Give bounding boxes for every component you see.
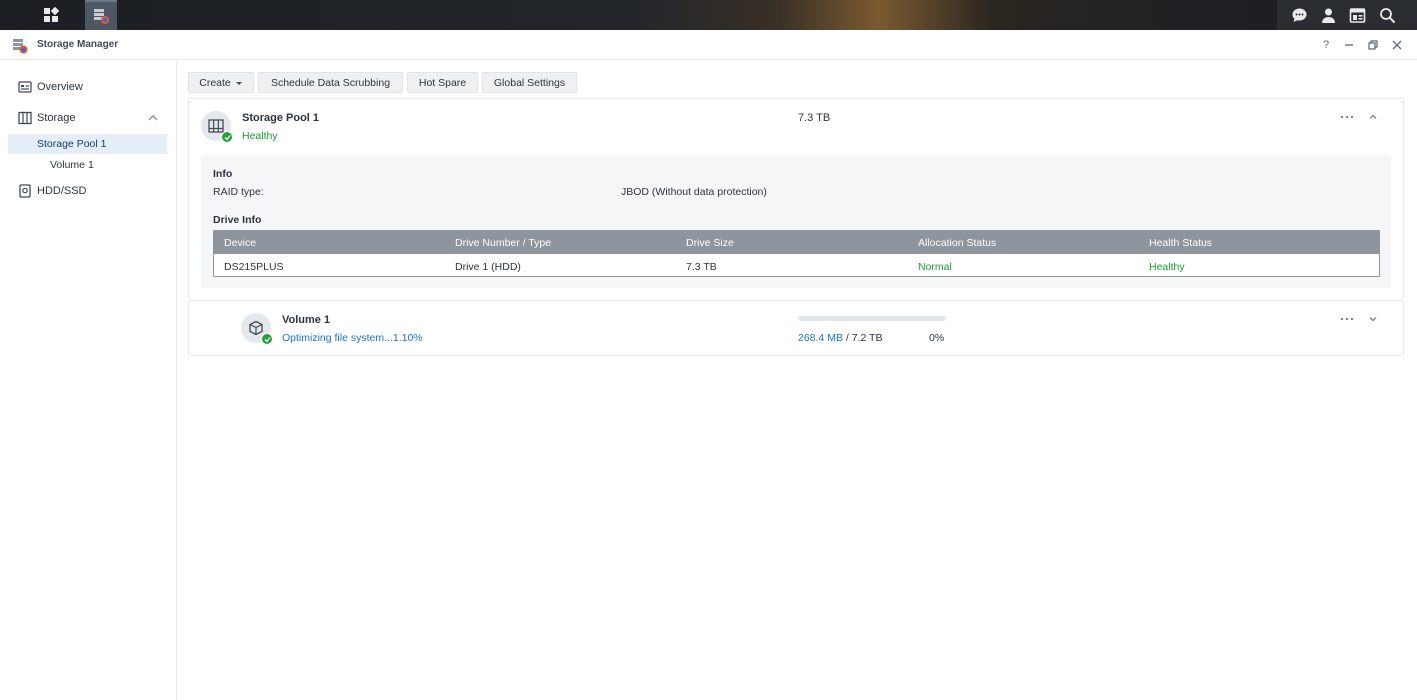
column-header[interactable]: Drive Number / Type xyxy=(455,237,551,249)
restore-icon xyxy=(1368,40,1378,50)
pool-name: Storage Pool 1 xyxy=(242,112,320,124)
hot-spare-button[interactable]: Hot Spare xyxy=(407,72,478,93)
pool-collapse-button[interactable] xyxy=(1366,110,1380,124)
widgets-icon xyxy=(1349,7,1365,23)
sidebar-item-volume-1[interactable]: Volume 1 xyxy=(8,155,167,175)
volume-usage-bar xyxy=(798,316,946,321)
more-icon xyxy=(1340,317,1354,321)
table-cell-health: Healthy xyxy=(1149,261,1185,273)
volume-more-button[interactable] xyxy=(1340,312,1354,326)
hdd-icon xyxy=(19,184,31,198)
main-menu-button[interactable] xyxy=(36,0,66,30)
notifications-button[interactable] xyxy=(1284,0,1314,30)
chevron-up-icon[interactable] xyxy=(147,112,159,124)
pool-more-button[interactable] xyxy=(1340,110,1354,124)
user-icon xyxy=(1321,8,1335,23)
storage-manager-icon xyxy=(13,39,28,54)
taskbar xyxy=(0,0,1417,30)
help-button[interactable]: ? xyxy=(1318,37,1334,53)
volume-icon xyxy=(249,320,263,336)
sidebar-item-overview[interactable]: Overview xyxy=(0,76,177,98)
table-cell-allocation: Normal xyxy=(918,261,952,273)
volume-total: 7.2 TB xyxy=(851,332,883,344)
user-button[interactable] xyxy=(1313,0,1343,30)
sidebar-item-label: Overview xyxy=(37,81,83,93)
pool-icon xyxy=(208,119,224,133)
window-titlebar: Storage Manager ? xyxy=(0,30,1417,60)
table-header: Device Drive Number / Type Drive Size Al… xyxy=(214,231,1379,254)
check-icon xyxy=(221,131,233,143)
pool-status-icon xyxy=(201,111,233,143)
volume-usage-percent: 0% xyxy=(929,332,945,344)
storage-manager-icon xyxy=(94,9,109,24)
main-menu-icon xyxy=(44,7,59,22)
overview-icon xyxy=(18,81,32,93)
create-label: Create xyxy=(199,76,231,89)
raid-type-label: RAID type: xyxy=(213,186,264,198)
sidebar-item-hdd-ssd[interactable]: HDD/SSD xyxy=(0,180,177,202)
sidebar: Overview Storage Storage Pool 1 Volume 1… xyxy=(0,61,177,700)
more-icon xyxy=(1340,115,1354,119)
search-icon xyxy=(1379,7,1395,23)
taskbar-storage-manager[interactable] xyxy=(85,0,117,30)
window-title: Storage Manager xyxy=(37,39,119,50)
sidebar-item-label: Storage xyxy=(37,112,76,124)
sidebar-item-storage[interactable]: Storage xyxy=(0,107,177,129)
sidebar-item-storage-pool-1[interactable]: Storage Pool 1 xyxy=(8,134,167,154)
pool-status: Healthy xyxy=(242,130,278,142)
chevron-down-icon xyxy=(1369,317,1377,322)
drive-info-table: Device Drive Number / Type Drive Size Al… xyxy=(213,230,1380,277)
minimize-button[interactable] xyxy=(1341,37,1357,53)
close-icon xyxy=(1392,40,1402,50)
storage-pool-card: Storage Pool 1 Healthy 7.3 TB Info RAID … xyxy=(188,98,1404,299)
search-button[interactable] xyxy=(1372,0,1402,30)
pool-size: 7.3 TB xyxy=(798,112,831,124)
column-header[interactable]: Allocation Status xyxy=(918,237,996,249)
sidebar-item-label: HDD/SSD xyxy=(37,185,87,197)
volume-used: 268.4 MB xyxy=(798,332,843,344)
column-header[interactable]: Device xyxy=(224,237,256,249)
table-cell-device: DS215PLUS xyxy=(224,261,284,273)
table-cell-size: 7.3 TB xyxy=(686,261,717,273)
close-button[interactable] xyxy=(1389,37,1405,53)
chevron-up-icon xyxy=(1369,114,1377,119)
taskbar-tray xyxy=(1277,0,1417,30)
column-header[interactable]: Health Status xyxy=(1149,237,1212,249)
schedule-data-scrubbing-button[interactable]: Schedule Data Scrubbing xyxy=(258,72,403,93)
sidebar-item-label: Storage Pool 1 xyxy=(37,138,107,150)
volume-status: Optimizing file system...1.10% xyxy=(282,332,423,344)
create-button[interactable]: Create xyxy=(188,72,254,93)
volume-name: Volume 1 xyxy=(282,314,331,326)
volume-usage-text: 268.4 MB / 7.2 TB xyxy=(798,332,882,344)
storage-icon xyxy=(18,111,32,125)
table-cell-number-type: Drive 1 (HDD) xyxy=(455,261,521,273)
help-icon: ? xyxy=(1322,39,1330,51)
caret-down-icon xyxy=(235,81,242,85)
global-settings-button[interactable]: Global Settings xyxy=(482,72,577,93)
widgets-button[interactable] xyxy=(1342,0,1372,30)
column-header[interactable]: Drive Size xyxy=(686,237,734,249)
minimize-icon xyxy=(1345,44,1353,46)
chat-icon xyxy=(1292,8,1306,22)
sidebar-item-label: Volume 1 xyxy=(50,159,94,171)
volume-status-icon xyxy=(241,313,273,345)
restore-button[interactable] xyxy=(1365,37,1381,53)
drive-info-heading: Drive Info xyxy=(213,214,262,226)
volume-usage-separator: / xyxy=(845,332,849,344)
check-icon xyxy=(261,333,273,345)
volume-expand-button[interactable] xyxy=(1366,312,1380,326)
raid-type-value: JBOD (Without data protection) xyxy=(621,186,767,198)
info-heading: Info xyxy=(213,168,233,180)
volume-card[interactable]: Volume 1 Optimizing file system...1.10% … xyxy=(188,300,1404,356)
pool-info-panel: Info RAID type: JBOD (Without data prote… xyxy=(201,155,1391,288)
